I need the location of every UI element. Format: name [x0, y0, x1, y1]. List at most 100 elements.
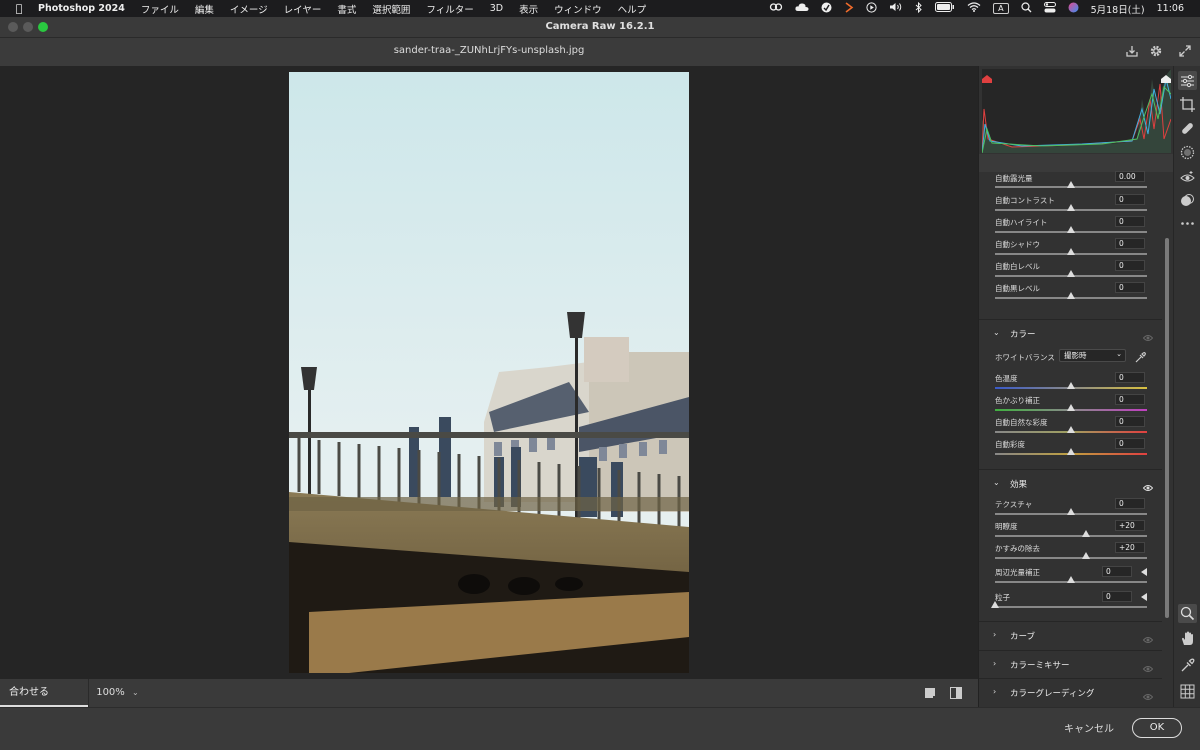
menu-window[interactable]: ウィンドウ — [546, 2, 610, 16]
creative-cloud-icon[interactable] — [763, 2, 789, 15]
gear-icon[interactable] — [1148, 44, 1164, 60]
color-sampler-icon[interactable] — [1180, 658, 1195, 673]
before-after-icon[interactable] — [950, 687, 962, 699]
blacks-value-field[interactable]: 0 — [1115, 282, 1145, 293]
bluetooth-icon[interactable] — [909, 1, 929, 16]
slider-track[interactable] — [995, 535, 1147, 537]
view-single-icon[interactable] — [924, 687, 936, 699]
slider-row-texture: テクスチャ 0 — [979, 498, 1162, 520]
section-header-curves[interactable]: › カーブ — [979, 621, 1162, 649]
masking-icon[interactable] — [1180, 145, 1195, 160]
ok-button[interactable]: OK — [1132, 718, 1182, 738]
vignette-value-field[interactable]: 0 — [1102, 566, 1132, 577]
siri-icon[interactable] — [1062, 2, 1085, 16]
highlight-clipping-warning-icon[interactable] — [1161, 68, 1171, 87]
temperature-value-field[interactable]: 0 — [1115, 372, 1145, 383]
play-icon[interactable] — [860, 1, 883, 16]
white-balance-eyedropper-icon[interactable] — [1134, 349, 1146, 368]
input-source-indicator[interactable]: A — [993, 3, 1009, 14]
red-eye-icon[interactable] — [1180, 170, 1195, 185]
zoom-100-button[interactable]: 100% — [88, 679, 132, 707]
slider-thumb[interactable] — [991, 601, 999, 608]
spotlight-search-icon[interactable] — [1015, 1, 1038, 16]
visibility-eye-icon[interactable] — [1142, 687, 1154, 700]
dehaze-value-field[interactable]: +20 — [1115, 542, 1145, 553]
app-menu[interactable]: Photoshop 2024 — [38, 3, 133, 14]
slider-thumb[interactable] — [1067, 576, 1075, 583]
visibility-eye-icon[interactable] — [1142, 630, 1154, 643]
expand-triangle-icon[interactable] — [1141, 568, 1147, 576]
menu-edit[interactable]: 編集 — [187, 2, 222, 16]
section-header-color[interactable]: ⌄ カラー — [979, 319, 1162, 347]
wifi-icon[interactable] — [961, 2, 987, 15]
slider-thumb[interactable] — [1067, 248, 1075, 255]
cancel-button[interactable]: キャンセル — [1064, 720, 1114, 735]
shadow-clipping-warning-icon[interactable] — [982, 68, 992, 87]
menu-type[interactable]: 書式 — [329, 2, 364, 16]
healing-brush-icon[interactable] — [1180, 121, 1195, 136]
visibility-eye-icon[interactable] — [1142, 328, 1154, 341]
slider-thumb[interactable] — [1067, 426, 1075, 433]
volume-icon[interactable] — [883, 2, 909, 15]
zoom-fit-button[interactable]: 合わせる (28.1%) — [0, 679, 88, 726]
menu-layer[interactable]: レイヤー — [276, 2, 330, 16]
sync-icon[interactable] — [815, 2, 838, 16]
save-image-icon[interactable] — [1124, 44, 1140, 60]
apple-menu-icon[interactable]:  — [0, 2, 38, 15]
clarity-value-field[interactable]: +20 — [1115, 520, 1145, 531]
more-options-icon[interactable] — [1180, 216, 1195, 231]
section-title: カーブ — [1010, 632, 1035, 642]
visibility-eye-icon[interactable] — [1142, 478, 1154, 491]
texture-value-field[interactable]: 0 — [1115, 498, 1145, 509]
control-center-icon[interactable] — [1038, 1, 1062, 16]
presets-icon[interactable] — [1180, 193, 1195, 208]
photo-preview[interactable] — [289, 72, 689, 673]
slider-thumb[interactable] — [1067, 448, 1075, 455]
brave-icon[interactable] — [838, 1, 860, 16]
image-canvas[interactable] — [0, 66, 978, 679]
menu-3d[interactable]: 3D — [482, 3, 511, 14]
section-header-color-mixer[interactable]: › カラーミキサー — [979, 650, 1162, 678]
expand-triangle-icon[interactable] — [1141, 593, 1147, 601]
panel-scrollbar[interactable] — [1165, 238, 1169, 618]
highlights-value-field[interactable]: 0 — [1115, 216, 1145, 227]
exposure-value-field[interactable]: 0.00 — [1115, 171, 1145, 182]
slider-thumb[interactable] — [1067, 226, 1075, 233]
slider-thumb[interactable] — [1082, 552, 1090, 559]
slider-thumb[interactable] — [1067, 204, 1075, 211]
menu-filter[interactable]: フィルター — [418, 2, 481, 16]
tint-value-field[interactable]: 0 — [1115, 394, 1145, 405]
grain-value-field[interactable]: 0 — [1102, 591, 1132, 602]
hand-tool-icon[interactable] — [1180, 631, 1195, 646]
slider-thumb[interactable] — [1067, 292, 1075, 299]
shadows-value-field[interactable]: 0 — [1115, 238, 1145, 249]
slider-thumb[interactable] — [1067, 382, 1075, 389]
crop-icon[interactable] — [1180, 97, 1195, 112]
menu-select[interactable]: 選択範囲 — [364, 2, 418, 16]
visibility-eye-icon[interactable] — [1142, 659, 1154, 672]
menu-help[interactable]: ヘルプ — [610, 2, 655, 16]
vibrance-value-field[interactable]: 0 — [1115, 416, 1145, 427]
section-header-effects[interactable]: ⌄ 効果 — [979, 469, 1162, 497]
menu-image[interactable]: イメージ — [222, 2, 276, 16]
edit-sliders-icon[interactable] — [1178, 71, 1197, 90]
white-balance-select[interactable]: 撮影時 ⌄ — [1059, 349, 1126, 362]
menu-view[interactable]: 表示 — [511, 2, 546, 16]
grid-overlay-icon[interactable] — [1180, 684, 1195, 699]
slider-thumb[interactable] — [1067, 181, 1075, 188]
contrast-value-field[interactable]: 0 — [1115, 194, 1145, 205]
slider-thumb[interactable] — [1067, 508, 1075, 515]
slider-thumb[interactable] — [1082, 530, 1090, 537]
menu-file[interactable]: ファイル — [133, 2, 187, 16]
saturation-value-field[interactable]: 0 — [1115, 438, 1145, 449]
cloud-icon[interactable] — [789, 2, 815, 15]
zoom-dropdown-chevron-icon[interactable]: ⌄ — [132, 679, 142, 707]
slider-thumb[interactable] — [1067, 270, 1075, 277]
section-header-color-grading[interactable]: › カラーグレーディング — [979, 678, 1162, 706]
slider-track[interactable] — [995, 606, 1147, 608]
whites-value-field[interactable]: 0 — [1115, 260, 1145, 271]
zoom-tool-icon[interactable] — [1178, 604, 1197, 623]
fullscreen-icon[interactable] — [1177, 44, 1193, 60]
slider-track[interactable] — [995, 557, 1147, 559]
slider-thumb[interactable] — [1067, 404, 1075, 411]
